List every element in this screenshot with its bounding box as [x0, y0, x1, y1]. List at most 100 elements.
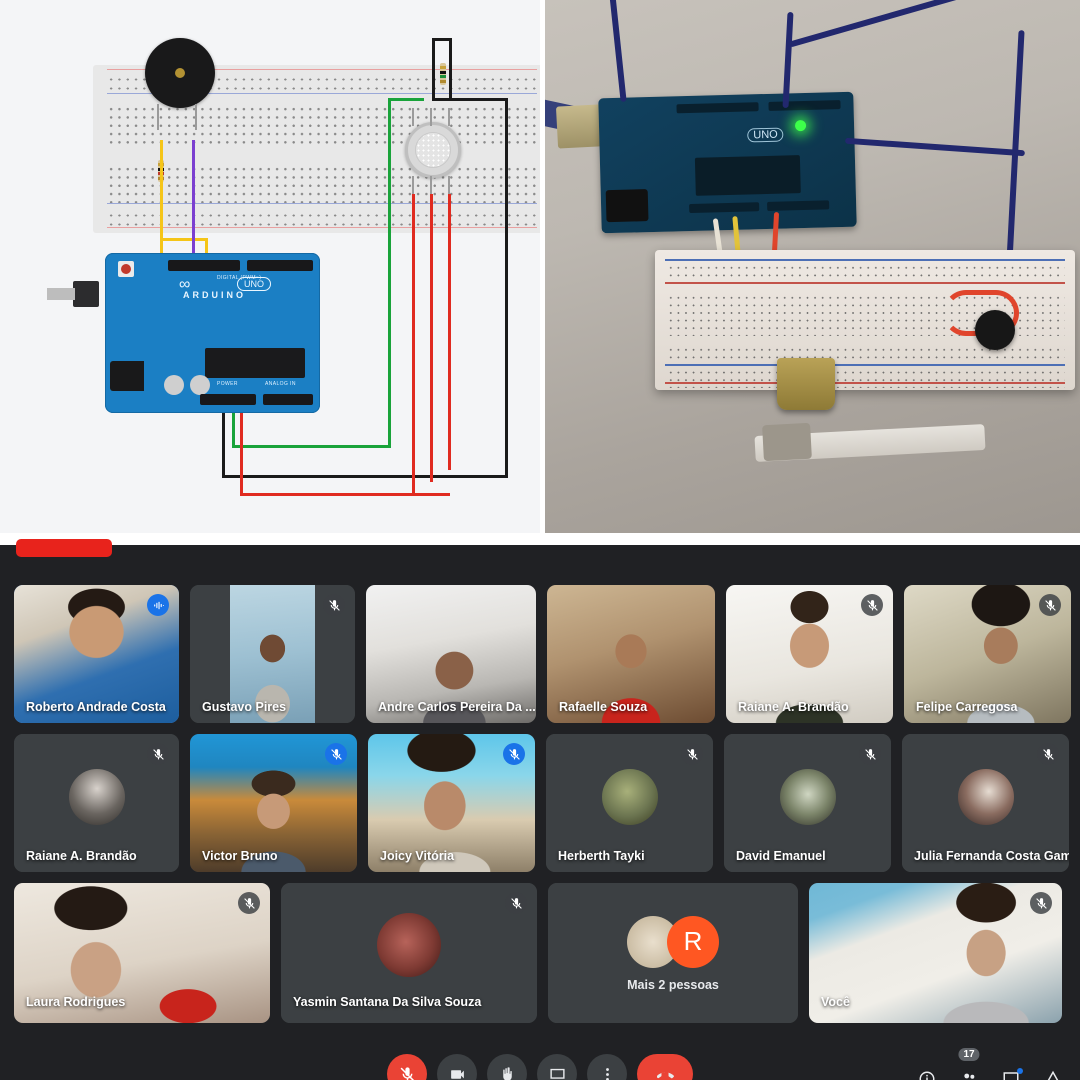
- participant-tile[interactable]: Raiane A. Brandão: [726, 585, 893, 723]
- meeting-control-bar: 17: [0, 1046, 1080, 1080]
- participant-name: Raiane A. Brandão: [26, 849, 137, 863]
- photo-gas-sensor: [777, 358, 835, 410]
- self-view-tile[interactable]: Você: [809, 883, 1062, 1023]
- recording-indicator[interactable]: [16, 539, 112, 557]
- participant-name: Raiane A. Brandão: [738, 700, 849, 714]
- more-vertical-icon: [605, 1067, 609, 1080]
- participants-button[interactable]: 17: [956, 1048, 982, 1080]
- photo-arduino-board: UNO: [598, 91, 857, 234]
- camera-icon: [450, 1069, 464, 1079]
- mic-muted-icon: [1030, 892, 1052, 914]
- arduino-uno-board: DIGITAL (PWM~) ∞ ARDUINO UNO POWER ANALO…: [47, 253, 320, 413]
- wire-red-5: [240, 400, 243, 496]
- wire-purple: [192, 140, 195, 260]
- participant-tile[interactable]: Herberth Tayki: [546, 734, 713, 872]
- participant-tile[interactable]: Andre Carlos Pereira Da ...: [366, 585, 536, 723]
- participant-row-3: Laura Rodrigues Yasmin Santana Da Silva …: [14, 883, 1066, 1023]
- power-header-label: POWER: [217, 381, 238, 387]
- participant-tile[interactable]: Gustavo Pires: [190, 585, 355, 723]
- mic-muted-icon: [861, 594, 883, 616]
- participant-name: Roberto Andrade Costa: [26, 700, 166, 714]
- participant-name: Joicy Vitória: [380, 849, 455, 863]
- video-call-window: Roberto Andrade Costa Gustavo Pires Andr…: [0, 539, 1080, 1080]
- participant-tile[interactable]: Rafaelle Souza: [547, 585, 715, 723]
- participant-name: Gustavo Pires: [202, 700, 287, 714]
- mic-off-icon: [400, 1066, 414, 1080]
- wire-black-5: [505, 98, 508, 478]
- mic-muted-icon: [681, 743, 703, 765]
- participant-tile[interactable]: Yasmin Santana Da Silva Souza: [281, 883, 537, 1023]
- mic-muted-icon: [505, 892, 527, 914]
- camera-button[interactable]: [437, 1054, 477, 1080]
- raise-hand-button[interactable]: [487, 1054, 527, 1080]
- mic-muted-icon: [859, 743, 881, 765]
- participant-tile[interactable]: Julia Fernanda Costa Gama: [902, 734, 1069, 872]
- mic-muted-icon: [147, 743, 169, 765]
- resistor-top: [440, 63, 446, 85]
- participants-count-badge: 17: [958, 1048, 980, 1061]
- overflow-avatars: R: [627, 915, 719, 968]
- analog-header-label: ANALOG IN: [265, 381, 296, 387]
- arduino-brand-label: ARDUINO: [183, 290, 246, 300]
- photo-buzzer: [975, 310, 1015, 350]
- participant-name: Andre Carlos Pereira Da ...: [378, 700, 536, 714]
- participant-name: Herberth Tayki: [558, 849, 645, 863]
- wire-red-6: [412, 493, 450, 496]
- participant-tile[interactable]: Victor Bruno: [190, 734, 357, 872]
- wire-yellow-2: [160, 238, 208, 241]
- present-screen-button[interactable]: [537, 1054, 577, 1080]
- hand-icon: [502, 1066, 512, 1080]
- avatar: [601, 769, 658, 826]
- microphone-button[interactable]: [387, 1054, 427, 1080]
- chat-button[interactable]: [998, 1066, 1024, 1080]
- present-icon: [549, 1068, 565, 1080]
- participant-tile[interactable]: Roberto Andrade Costa: [14, 585, 179, 723]
- wire-black: [432, 38, 435, 100]
- participant-row-1: Roberto Andrade Costa Gustavo Pires Andr…: [14, 585, 1071, 723]
- wire-black-3: [449, 38, 452, 100]
- participant-tile[interactable]: Laura Rodrigues: [14, 883, 270, 1023]
- hardware-photo-panel: UNO: [545, 0, 1080, 533]
- avatar: [957, 769, 1014, 826]
- participant-name: Julia Fernanda Costa Gama: [914, 849, 1069, 863]
- more-people-label: Mais 2 pessoas: [627, 978, 719, 993]
- participant-grid: Roberto Andrade Costa Gustavo Pires Andr…: [14, 585, 1071, 1034]
- participant-name: Victor Bruno: [202, 849, 278, 863]
- wire-yellow: [160, 140, 163, 260]
- more-options-button[interactable]: [587, 1054, 627, 1080]
- mic-muted-icon: [1037, 743, 1059, 765]
- participant-tile[interactable]: Joicy Vitória: [368, 734, 535, 872]
- photo-board-model-label: UNO: [747, 127, 784, 143]
- reset-button: [118, 261, 134, 277]
- participant-name: David Emanuel: [736, 849, 826, 863]
- mic-muted-icon: [238, 892, 260, 914]
- participant-tile[interactable]: David Emanuel: [724, 734, 891, 872]
- piezo-buzzer: [145, 38, 215, 130]
- participant-name: Yasmin Santana Da Silva Souza: [293, 995, 482, 1009]
- activities-button[interactable]: [1040, 1066, 1066, 1080]
- gas-sensor: [405, 122, 461, 178]
- mic-muted-icon: [325, 743, 347, 765]
- atmega-chip: [205, 348, 305, 378]
- wire-green: [388, 98, 391, 448]
- avatar: [68, 769, 125, 826]
- meeting-details-button[interactable]: [914, 1066, 940, 1080]
- wire-red-2: [430, 194, 433, 482]
- call-controls: [387, 1054, 693, 1080]
- meeting-secondary-controls: 17: [914, 1048, 1066, 1080]
- participant-name: Rafaelle Souza: [559, 700, 648, 714]
- participant-tile[interactable]: Raiane A. Brandão: [14, 734, 179, 872]
- avatar-initial: R: [667, 915, 719, 968]
- avatar: [779, 769, 836, 826]
- participant-name: Felipe Carregosa: [916, 700, 1018, 714]
- chat-unread-dot: [1017, 1068, 1023, 1074]
- people-icon: [964, 1073, 975, 1079]
- participant-tile[interactable]: Felipe Carregosa: [904, 585, 1071, 723]
- more-people-tile[interactable]: R Mais 2 pessoas: [548, 883, 798, 1023]
- wire-green-2: [232, 445, 391, 448]
- mic-muted-icon: [323, 594, 345, 616]
- arduino-model-label: UNO: [237, 277, 271, 291]
- wire-red-3: [448, 194, 451, 470]
- hangup-icon: [656, 1071, 674, 1078]
- leave-call-button[interactable]: [637, 1054, 693, 1080]
